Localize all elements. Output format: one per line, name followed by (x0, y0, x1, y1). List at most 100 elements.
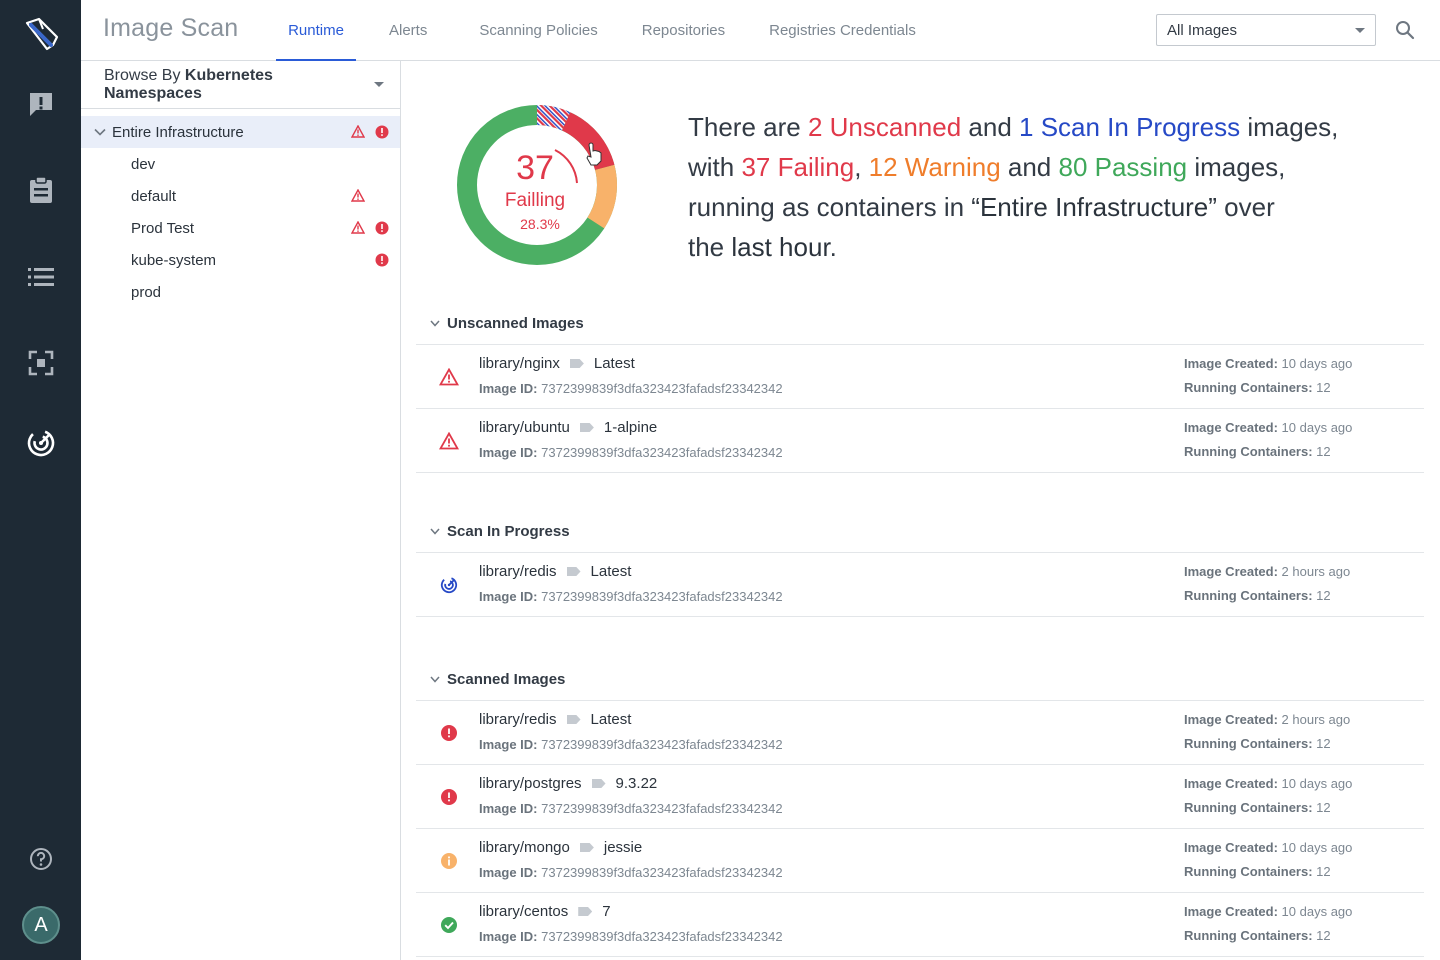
warning-icon (439, 367, 459, 387)
running-containers: 12 (1316, 444, 1331, 459)
running-containers: 12 (1316, 588, 1331, 603)
running-containers: 12 (1316, 864, 1331, 879)
error-icon (439, 787, 459, 807)
browse-by-dropdown[interactable]: Browse By Kubernetes Namespaces (81, 61, 400, 109)
running-containers: 12 (1316, 380, 1331, 395)
alert-icon[interactable] (0, 80, 81, 128)
image-id-label: Image ID: (479, 381, 538, 396)
running-containers: 12 (1316, 928, 1331, 943)
logo-icon[interactable] (0, 11, 81, 59)
error-icon (375, 221, 389, 239)
image-name[interactable]: library/mongo (479, 839, 570, 856)
image-id-label: Image ID: (479, 445, 538, 460)
image-row[interactable]: library/mongo jessie Image ID: 7372399839… (416, 829, 1424, 893)
image-name[interactable]: library/postgres (479, 775, 582, 792)
tree-item-kube-system[interactable]: kube-system (81, 244, 400, 276)
tree-item-label: dev (131, 155, 156, 173)
tab-alerts[interactable]: Alerts (377, 0, 439, 61)
running-containers-label: Running Containers: (1184, 928, 1313, 943)
image-row[interactable]: library/nginx Latest Image ID: 7372399839… (416, 345, 1424, 409)
warning-icon (350, 124, 366, 142)
image-name[interactable]: library/redis (479, 563, 557, 580)
image-id-label: Image ID: (479, 865, 538, 880)
chevron-down-icon (423, 320, 447, 327)
image-tag: 1-alpine (603, 419, 658, 436)
chevron-down-icon (423, 676, 447, 683)
tab-scanning-policies[interactable]: Scanning Policies (467, 0, 609, 61)
chevron-down-icon (1355, 27, 1365, 33)
section-header-scanned[interactable]: Scanned Images (423, 667, 565, 691)
image-id: 7372399839f3dfa323423fafadsf23342342 (541, 929, 783, 944)
donut-failing-count: 37 (516, 149, 554, 187)
image-name[interactable]: library/redis (479, 711, 557, 728)
image-created-label: Image Created: (1184, 776, 1278, 791)
main-content: 37 Failling 28.3% There are 2 Unscanned … (401, 61, 1440, 960)
browse-by-label: Browse By Kubernetes Namespaces (104, 66, 273, 102)
unscanned-list: library/nginx Latest Image ID: 7372399839… (416, 344, 1424, 473)
image-row[interactable]: library/redis Latest Image ID: 7372399839… (416, 701, 1424, 765)
warning-icon (350, 220, 366, 238)
clipboard-icon[interactable] (0, 166, 81, 214)
chevron-down-icon[interactable] (94, 128, 106, 136)
running-containers-label: Running Containers: (1184, 736, 1313, 751)
tree-item-dev[interactable]: dev (81, 148, 400, 180)
tab-repositories[interactable]: Repositories (630, 0, 737, 61)
image-filter-select[interactable]: All Images (1156, 14, 1376, 46)
radar-icon[interactable] (0, 419, 81, 467)
in-progress-list: library/redis Latest Image ID: 7372399839… (416, 552, 1424, 617)
help-icon[interactable] (0, 835, 81, 883)
tree-item-entire-infrastructure[interactable]: Entire Infrastructure (81, 116, 400, 148)
section-header-in-progress[interactable]: Scan In Progress (423, 519, 570, 543)
image-row[interactable]: library/centos 7 Image ID: 7372399839f3df… (416, 893, 1424, 957)
running-containers-label: Running Containers: (1184, 444, 1313, 459)
summary-passing[interactable]: 80 Passing (1058, 152, 1187, 182)
image-created: 10 days ago (1281, 840, 1353, 855)
image-created-label: Image Created: (1184, 712, 1278, 727)
list-icon[interactable] (0, 253, 81, 301)
image-name[interactable]: library/nginx (479, 355, 560, 372)
tag-icon (569, 359, 584, 368)
error-icon (375, 253, 389, 271)
tag-icon (579, 423, 594, 432)
image-id: 7372399839f3dfa323423fafadsf23342342 (541, 445, 783, 460)
tree-item-prod-test[interactable]: Prod Test (81, 212, 400, 244)
running-containers-label: Running Containers: (1184, 800, 1313, 815)
image-id: 7372399839f3dfa323423fafadsf23342342 (541, 589, 783, 604)
summary-period: last hour (731, 232, 830, 262)
image-name[interactable]: library/centos (479, 903, 568, 920)
warning-icon (350, 188, 366, 206)
image-id: 7372399839f3dfa323423fafadsf23342342 (541, 737, 783, 752)
image-tag: Latest (590, 711, 632, 728)
image-created-label: Image Created: (1184, 564, 1278, 579)
summary-scope: “Entire Infrastructure” (971, 192, 1217, 222)
scan-icon[interactable] (0, 339, 81, 387)
tree-item-label: default (131, 187, 177, 205)
scanning-icon (439, 575, 459, 595)
tab-runtime[interactable]: Runtime (276, 0, 356, 62)
namespace-panel: Browse By Kubernetes Namespaces Entire I… (81, 61, 401, 960)
image-created-label: Image Created: (1184, 420, 1278, 435)
image-created-label: Image Created: (1184, 840, 1278, 855)
running-containers: 12 (1316, 736, 1331, 751)
tree-item-default[interactable]: default (81, 180, 400, 212)
summary-in-progress[interactable]: 1 Scan In Progress (1019, 112, 1240, 142)
avatar[interactable]: A (22, 906, 60, 944)
image-row[interactable]: library/postgres 9.3.22 Image ID: 7372399… (416, 765, 1424, 829)
summary-unscanned[interactable]: 2 Unscanned (808, 112, 961, 142)
image-created: 10 days ago (1281, 904, 1353, 919)
tab-registries-credentials[interactable]: Registries Credentials (757, 0, 928, 61)
image-name[interactable]: library/ubuntu (479, 419, 570, 436)
tree-item-label: Entire Infrastructure (112, 123, 244, 141)
tab-bar: Runtime Alerts Scanning Policies Reposit… (276, 0, 939, 62)
search-icon[interactable] (1392, 17, 1418, 43)
image-created: 10 days ago (1281, 776, 1353, 791)
scanned-list: library/redis Latest Image ID: 7372399839… (416, 700, 1424, 957)
running-containers-label: Running Containers: (1184, 380, 1313, 395)
summary-warning[interactable]: 12 Warning (869, 152, 1001, 182)
summary-failing[interactable]: 37 Failing (741, 152, 854, 182)
image-row[interactable]: library/redis Latest Image ID: 7372399839… (416, 553, 1424, 617)
section-header-unscanned[interactable]: Unscanned Images (423, 311, 584, 335)
donut-segment-passing[interactable] (455, 103, 578, 105)
tree-item-prod[interactable]: prod (81, 276, 400, 308)
image-row[interactable]: library/ubuntu 1-alpine Image ID: 7372399… (416, 409, 1424, 473)
